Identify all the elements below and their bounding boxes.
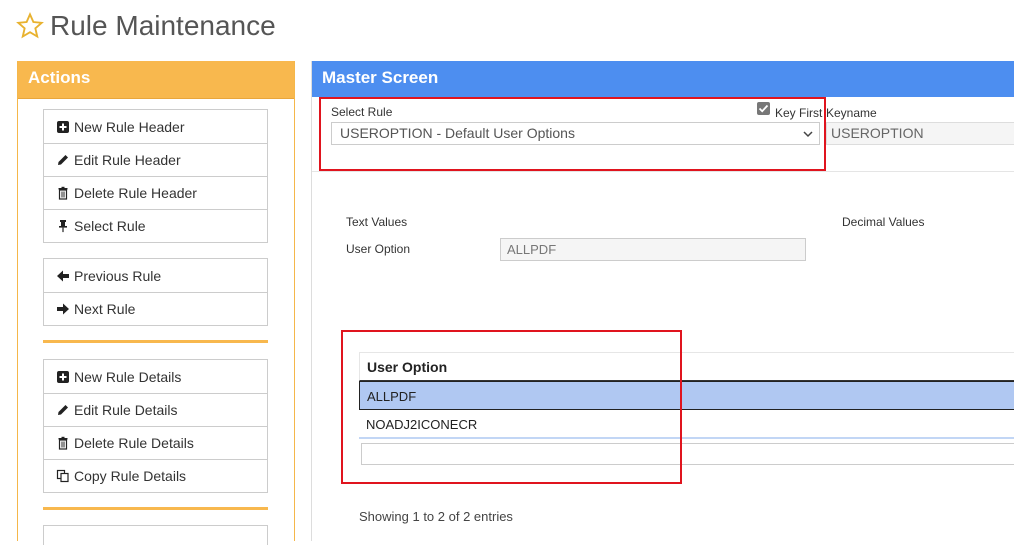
next-rule-button[interactable]: Next Rule [44,292,267,325]
highlight-box-table [341,330,682,484]
previous-rule-button[interactable]: Previous Rule [44,259,267,292]
edit-rule-header-button[interactable]: Edit Rule Header [44,143,267,176]
new-rule-details-button[interactable]: New Rule Details [44,360,267,393]
pencil-icon [58,405,68,415]
trash-icon [58,186,68,200]
rule-details-actions: New Rule Details Edit Rule Details Delet… [43,359,268,493]
arrow-right-icon [57,303,69,315]
actions-panel: Actions New Rule Header Edit Rule Header… [17,61,295,545]
text-values-label: Text Values [346,215,408,229]
edit-rule-details-button[interactable]: Edit Rule Details [44,393,267,426]
section-divider [43,507,268,510]
actions-header: Actions [18,61,294,99]
select-rule-button[interactable]: Select Rule [44,209,267,242]
master-header: Master Screen [312,61,1014,97]
trash-icon [58,436,68,450]
master-panel: Master Screen Select Rule Key First Keyn… [311,61,1014,541]
copy-rule-details-button[interactable]: Copy Rule Details [44,459,267,492]
new-rule-header-button[interactable]: New Rule Header [44,110,267,143]
keyname-label: Keyname [826,106,877,120]
delete-rule-header-button[interactable]: Delete Rule Header [44,176,267,209]
table-info: Showing 1 to 2 of 2 entries [359,509,513,524]
pin-icon [59,220,67,233]
highlight-box-select-rule [319,97,826,171]
section-divider [43,340,268,343]
decimal-values-label: Decimal Values [842,215,925,229]
page-title: Rule Maintenance [16,10,276,42]
delete-rule-details-button[interactable]: Delete Rule Details [44,426,267,459]
copy-icon [56,469,69,483]
more-actions-group [43,525,268,545]
form-separator [312,171,1014,172]
user-option-label: User Option [346,242,411,256]
arrow-left-icon [57,270,69,281]
user-option-field[interactable]: ALLPDF [500,238,806,261]
plus-square-icon [57,120,69,133]
keyname-field[interactable]: USEROPTION [826,122,1014,145]
page-title-text: Rule Maintenance [50,10,276,41]
rule-header-actions: New Rule Header Edit Rule Header Delete … [43,109,268,243]
star-icon[interactable] [16,12,44,40]
plus-square-icon [57,370,69,383]
pencil-icon [58,155,68,165]
rule-navigation-actions: Previous Rule Next Rule [43,258,268,326]
